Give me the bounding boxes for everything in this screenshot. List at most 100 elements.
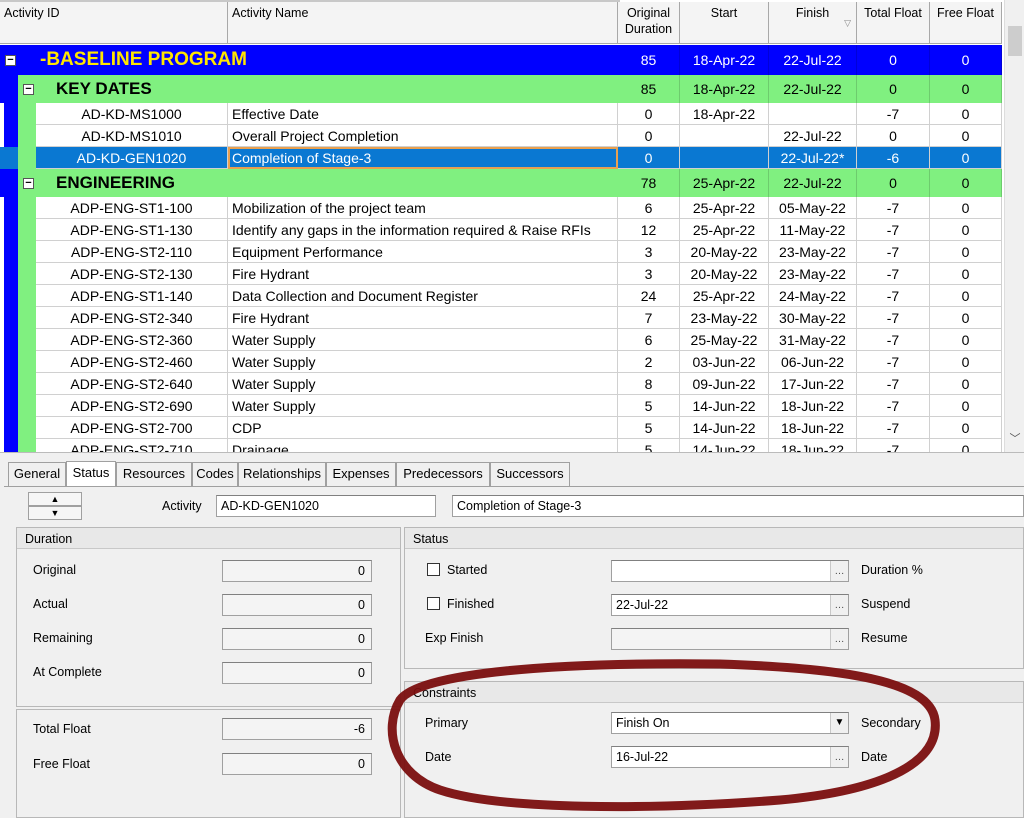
finished-date-picker-button[interactable]: …	[830, 595, 848, 615]
col-header-activity-id[interactable]: Activity ID	[0, 2, 228, 44]
activity-name-field[interactable]: Completion of Stage-3	[452, 495, 1024, 517]
table-row[interactable]: ADP-ENG-ST1-140 Data Collection and Docum…	[0, 285, 1002, 307]
primary-constraint-select[interactable]: Finish On ▼	[611, 712, 849, 734]
activity-id: ADP-ENG-ST1-140	[36, 285, 228, 307]
table-row[interactable]: AD-KD-MS1010 Overall Project Completion 0 2…	[0, 125, 1002, 147]
scroll-down-icon[interactable]: ﹀	[1005, 430, 1024, 448]
remaining-duration-field[interactable]: 0	[222, 628, 372, 650]
activity-table: Activity ID Activity Name Original Durat…	[0, 0, 1024, 452]
secondary-constraint-label: Secondary	[861, 716, 921, 730]
original-duration-field[interactable]: 0	[222, 560, 372, 582]
constraint-date-field[interactable]: 16-Jul-22…	[611, 746, 849, 768]
activity-id-field[interactable]: AD-KD-GEN1020	[216, 495, 436, 517]
at-complete-duration-field[interactable]: 0	[222, 662, 372, 684]
tab-codes[interactable]: Codes	[192, 462, 238, 486]
col-header-free-float[interactable]: Free Float	[930, 2, 1002, 44]
col-header-label: Free Float	[937, 6, 994, 20]
col-header-finish[interactable]: Finish ▽	[769, 2, 857, 44]
total-float: -7	[857, 197, 930, 219]
constraint-date-picker-button[interactable]: …	[830, 747, 848, 767]
started-date-picker-button[interactable]: …	[830, 561, 848, 581]
activity-name: Drainage	[228, 439, 618, 452]
table-row[interactable]: AD-KD-GEN1020 Completion of Stage-3 0 22-Ju…	[0, 147, 1002, 169]
original-duration: 12	[618, 219, 680, 241]
free-float-field[interactable]: 0	[222, 753, 372, 775]
duration-group-title: Duration	[17, 527, 400, 549]
table-row[interactable]: ADP-ENG-ST2-340 Fire Hydrant 7 23-May-22 30-…	[0, 307, 1002, 329]
wbs-row[interactable]: − -BASELINE PROGRAM 85 18-Apr-22 22-Jul-22 0 0	[0, 45, 1002, 75]
actual-duration-field[interactable]: 0	[222, 594, 372, 616]
previous-activity-button[interactable]: ▲	[28, 492, 82, 506]
wbs-band	[4, 197, 18, 219]
exp-finish-label: Exp Finish	[425, 631, 484, 645]
collapse-icon[interactable]: −	[23, 84, 34, 95]
table-row[interactable]: ADP-ENG-ST2-460 Water Supply 2 03-Jun-22 06-…	[0, 351, 1002, 373]
table-row[interactable]: ADP-ENG-ST2-710 Drainage 5 14-Jun-22 18-Jun-…	[0, 439, 1002, 452]
constraints-group: Constraints Primary Finish On ▼ Secondary…	[404, 681, 1024, 818]
original-duration: 5	[618, 417, 680, 439]
table-row[interactable]: ADP-ENG-ST2-130 Fire Hydrant 3 20-May-22 23-…	[0, 263, 1002, 285]
total-float: -7	[857, 373, 930, 395]
total-float-field[interactable]: -6	[222, 718, 372, 740]
tab-predecessors[interactable]: Predecessors	[396, 462, 490, 486]
wbs-band	[18, 103, 36, 125]
tab-status[interactable]: Status	[66, 461, 116, 487]
total-float: -7	[857, 395, 930, 417]
exp-finish-field[interactable]: …	[611, 628, 849, 650]
free-float: 0	[930, 219, 1002, 241]
table-row[interactable]: ADP-ENG-ST2-700 CDP 5 14-Jun-22 18-Jun-22 -7 0	[0, 417, 1002, 439]
pane-splitter[interactable]	[0, 452, 1024, 460]
finish-date: 22-Jul-22	[769, 45, 857, 75]
original-duration: 85	[618, 45, 680, 75]
total-float: 0	[857, 75, 930, 103]
at-complete-duration-label: At Complete	[33, 665, 102, 679]
activity-name: Fire Hydrant	[228, 263, 618, 285]
table-row[interactable]: ADP-ENG-ST1-130 Identify any gaps in the …	[0, 219, 1002, 241]
tab-general[interactable]: General	[8, 462, 66, 486]
exp-finish-picker-button[interactable]: …	[830, 629, 848, 649]
table-row[interactable]: ADP-ENG-ST1-100 Mobilization of the proje…	[0, 197, 1002, 219]
tab-relationships[interactable]: Relationships	[238, 462, 326, 486]
wbs-row[interactable]: − ENGINEERING 78 25-Apr-22 22-Jul-22 0 0	[0, 169, 1002, 197]
table-row[interactable]: ADP-ENG-ST2-110 Equipment Performance 3 20-…	[0, 241, 1002, 263]
col-header-activity-name[interactable]: Activity Name	[228, 2, 618, 44]
collapse-icon[interactable]: −	[23, 178, 34, 189]
started-checkbox[interactable]	[427, 563, 440, 576]
float-group: Total Float -6 Free Float 0	[16, 709, 401, 818]
wbs-row[interactable]: − KEY DATES 85 18-Apr-22 22-Jul-22 0 0	[0, 75, 1002, 103]
finished-date-field[interactable]: 22-Jul-22…	[611, 594, 849, 616]
activity-id: ADP-ENG-ST2-360	[36, 329, 228, 351]
start-date: 09-Jun-22	[680, 373, 769, 395]
tab-resources[interactable]: Resources	[116, 462, 192, 486]
table-row[interactable]: AD-KD-MS1000 Effective Date 0 18-Apr-22 -7 0	[0, 103, 1002, 125]
vertical-scrollbar[interactable]: ﹀	[1004, 0, 1024, 452]
wbs-band	[4, 307, 18, 329]
free-float: 0	[930, 103, 1002, 125]
next-activity-button[interactable]: ▼	[28, 506, 82, 520]
col-header-original-duration[interactable]: Original Duration	[618, 2, 680, 44]
col-header-start[interactable]: Start	[680, 2, 769, 44]
total-float: -7	[857, 285, 930, 307]
table-row[interactable]: ADP-ENG-ST2-690 Water Supply 5 14-Jun-22 18-…	[0, 395, 1002, 417]
original-duration: 3	[618, 263, 680, 285]
activity-name: Effective Date	[228, 103, 618, 125]
total-float-label: Total Float	[33, 722, 91, 736]
scrollbar-thumb[interactable]	[1008, 26, 1022, 56]
wbs-name: KEY DATES	[56, 79, 152, 98]
table-row[interactable]: ADP-ENG-ST2-640 Water Supply 8 09-Jun-22 17-…	[0, 373, 1002, 395]
chevron-down-icon[interactable]: ▼	[830, 713, 848, 733]
original-duration: 6	[618, 197, 680, 219]
tab-successors[interactable]: Successors	[490, 462, 570, 486]
table-row[interactable]: ADP-ENG-ST2-360 Water Supply 6 25-May-22 31-…	[0, 329, 1002, 351]
free-float: 0	[930, 263, 1002, 285]
col-header-total-float[interactable]: Total Float	[857, 2, 930, 44]
original-duration: 85	[618, 75, 680, 103]
activity-id: ADP-ENG-ST2-130	[36, 263, 228, 285]
tab-expenses[interactable]: Expenses	[326, 462, 396, 486]
started-date-field[interactable]: …	[611, 560, 849, 582]
finished-checkbox[interactable]	[427, 597, 440, 610]
activity-label: Activity	[162, 499, 202, 513]
free-float: 0	[930, 169, 1002, 197]
finish-date: 23-May-22	[769, 263, 857, 285]
collapse-icon[interactable]: −	[5, 55, 16, 66]
